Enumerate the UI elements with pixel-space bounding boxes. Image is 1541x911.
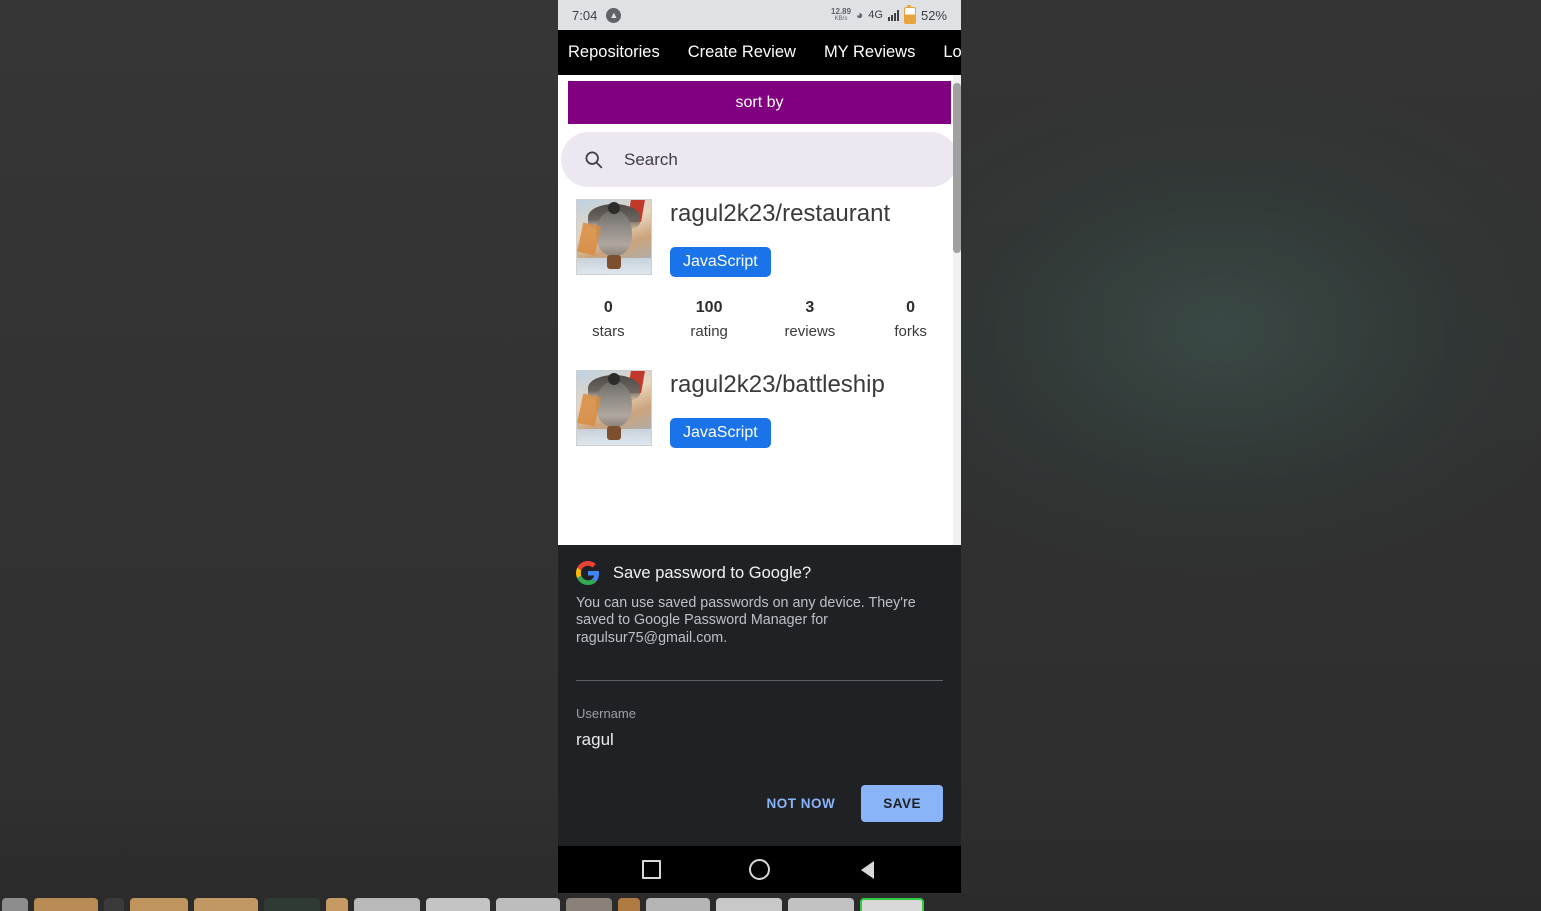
home-circle-icon[interactable] (736, 847, 782, 893)
repository-avatar (576, 199, 652, 275)
save-password-dialog: Save password to Google? You can use sav… (558, 545, 961, 846)
taskbar-item[interactable] (354, 898, 420, 911)
app-navigation-bar: Repositories Create Review MY Reviews Lo… (558, 30, 961, 75)
taskbar-item[interactable] (618, 898, 640, 911)
repository-title[interactable]: ragul2k23/restaurant (670, 199, 943, 229)
dialog-actions: NOT NOW SAVE (756, 785, 943, 822)
nav-my-reviews[interactable]: MY Reviews (824, 43, 915, 62)
search-field[interactable] (561, 132, 958, 187)
search-container (558, 124, 961, 187)
back-triangle-icon[interactable] (844, 847, 890, 893)
taskbar-item[interactable] (646, 898, 710, 911)
web-page-content: sort by Search ragul2k23/restaurant Java… (558, 75, 961, 545)
repository-details: ragul2k23/battleship JavaScript (652, 370, 943, 448)
not-now-button[interactable]: NOT NOW (756, 788, 845, 819)
language-badge[interactable]: JavaScript (670, 418, 771, 448)
stat-forks-value: 0 (906, 299, 916, 316)
taskbar-item[interactable] (496, 898, 560, 911)
language-badge-row: JavaScript (670, 418, 943, 448)
hotspot-icon: ◕ (856, 8, 864, 22)
status-bar-right: 12.89 KB/s ◕ 4G 52% (831, 4, 947, 24)
network-speed-indicator: 12.89 KB/s (831, 7, 852, 23)
status-clock: 7:04 (572, 7, 598, 23)
stat-reviews: 3 reviews (760, 299, 861, 340)
language-badge-row: JavaScript (670, 247, 943, 277)
stat-reviews-label: reviews (784, 323, 836, 340)
repository-card[interactable]: ragul2k23/restaurant JavaScript (558, 187, 961, 277)
save-password-button[interactable]: SAVE (861, 785, 943, 822)
dialog-description: You can use saved passwords on any devic… (576, 595, 916, 646)
dialog-header: Save password to Google? (576, 561, 943, 585)
page-scrollbar[interactable] (953, 75, 961, 545)
stat-stars-value: 0 (603, 299, 613, 316)
nav-create-review[interactable]: Create Review (688, 43, 796, 62)
phone-mirror-window: 7:04 ▲ 12.89 KB/s ◕ 4G 52% Repositories … (558, 0, 961, 893)
sort-by-button[interactable]: sort by (568, 81, 951, 124)
network-speed-unit: KB/s (834, 16, 848, 22)
page-scrollbar-thumb[interactable] (953, 83, 961, 253)
taskbar-item[interactable] (2, 898, 28, 911)
sort-by-container: sort by (558, 75, 961, 124)
stat-stars: 0 stars (558, 299, 659, 340)
search-input[interactable] (622, 148, 936, 171)
stat-rating-label: rating (690, 323, 728, 340)
battery-icon (903, 4, 916, 24)
taskbar-item[interactable] (104, 898, 124, 911)
taskbar-item[interactable] (426, 898, 490, 911)
language-badge[interactable]: JavaScript (670, 247, 771, 277)
repository-title[interactable]: ragul2k23/battleship (670, 370, 943, 400)
google-g-icon (576, 561, 600, 585)
repository-avatar (576, 370, 652, 446)
taskbar-item[interactable] (566, 898, 612, 911)
stat-stars-label: stars (592, 323, 625, 340)
repository-details: ragul2k23/restaurant JavaScript (652, 199, 943, 277)
taskbar-item[interactable] (788, 898, 854, 911)
android-navigation-bar (558, 846, 961, 893)
taskbar-item[interactable] (34, 898, 98, 911)
android-status-bar: 7:04 ▲ 12.89 KB/s ◕ 4G 52% (558, 0, 961, 30)
nav-repositories[interactable]: Repositories (568, 43, 660, 62)
desktop-background: 7:04 ▲ 12.89 KB/s ◕ 4G 52% Repositories … (0, 0, 1541, 911)
taskbar-item[interactable] (194, 898, 258, 911)
repository-stats-row: 0 stars 100 rating 3 reviews 0 forks (558, 299, 961, 340)
username-field-label: Username (576, 706, 636, 722)
taskbar-item[interactable] (326, 898, 348, 911)
stat-reviews-value: 3 (805, 299, 815, 316)
taskbar-item[interactable] (130, 898, 188, 911)
taskbar-item[interactable] (264, 898, 320, 911)
nav-log-out[interactable]: Log O (943, 43, 961, 62)
taskbar-item[interactable] (716, 898, 782, 911)
stat-forks: 0 forks (860, 299, 961, 340)
stat-forks-label: forks (894, 323, 927, 340)
shield-app-icon: ▲ (606, 7, 622, 23)
dialog-divider (576, 680, 943, 682)
search-icon (585, 151, 603, 169)
username-field-value[interactable]: ragul (576, 730, 943, 750)
dialog-title: Save password to Google? (613, 563, 812, 582)
network-type-label: 4G (868, 9, 883, 21)
desktop-taskbar (0, 895, 1541, 911)
status-bar-left: 7:04 ▲ (572, 7, 622, 23)
desktop-wallpaper-left (0, 0, 600, 911)
network-speed-value: 12.89 (831, 7, 852, 16)
battery-percent-label: 52% (920, 7, 947, 23)
stat-rating: 100 rating (659, 299, 760, 340)
desktop-wallpaper-right (960, 0, 1541, 911)
signal-bars-icon (887, 9, 899, 21)
taskbar-item-active[interactable] (860, 898, 924, 911)
repository-card[interactable]: ragul2k23/battleship JavaScript (558, 340, 961, 448)
stat-rating-value: 100 (695, 299, 723, 316)
recents-square-icon[interactable] (629, 847, 675, 893)
